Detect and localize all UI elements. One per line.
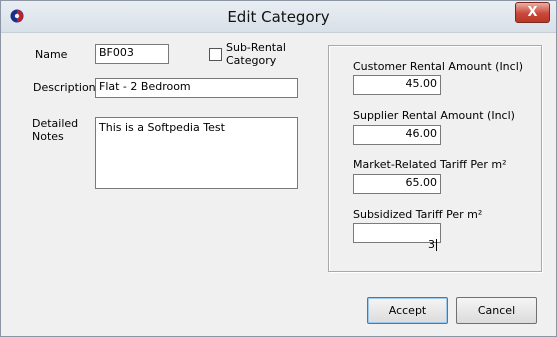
customer-amount-input[interactable]: 45.00 (353, 75, 441, 95)
description-input[interactable]: Flat - 2 Bedroom (95, 78, 298, 98)
notes-label-line1: Detailed (32, 117, 79, 130)
subsidized-tariff-value: 3 (428, 238, 435, 251)
sub-rental-label-line2: Category (226, 54, 277, 67)
subsidized-tariff-label: Subsidized Tariff Per m² (353, 208, 483, 221)
sub-rental-label-line1: Sub-Rental (226, 41, 286, 54)
subsidized-tariff-input[interactable]: 3 (353, 223, 441, 251)
sub-rental-checkbox[interactable] (209, 48, 222, 61)
title-bar[interactable]: Edit Category X (1, 1, 556, 33)
market-tariff-input[interactable]: 65.00 (353, 174, 441, 194)
supplier-amount-input[interactable]: 46.00 (353, 125, 441, 145)
supplier-amount-label: Supplier Rental Amount (Incl) (353, 109, 515, 122)
notes-textarea[interactable]: This is a Softpedia Test (95, 117, 298, 189)
description-label: Description (33, 81, 96, 94)
text-caret (436, 239, 437, 251)
notes-label-line2: Notes (32, 130, 64, 143)
market-tariff-label: Market-Related Tariff Per m² (353, 158, 507, 171)
name-input[interactable]: BF003 (95, 44, 169, 64)
edit-category-dialog: Edit Category X Name BF003 Sub-Rental Ca… (0, 0, 557, 337)
close-button[interactable]: X (515, 2, 550, 23)
window-title: Edit Category (227, 8, 330, 26)
cancel-button[interactable]: Cancel (456, 297, 537, 324)
name-label: Name (35, 48, 68, 61)
accept-button[interactable]: Accept (367, 297, 448, 324)
customer-amount-label: Customer Rental Amount (Incl) (353, 60, 524, 73)
